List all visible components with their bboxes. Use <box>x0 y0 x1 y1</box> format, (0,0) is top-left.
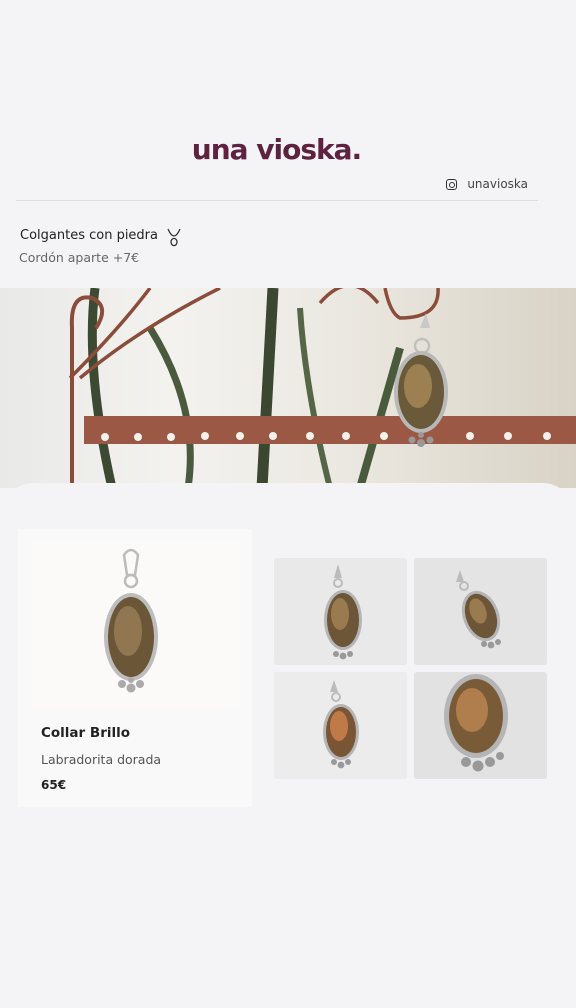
instagram-handle: unavioska <box>467 177 528 191</box>
product-main-image[interactable] <box>32 541 239 709</box>
necklace-icon <box>167 228 181 247</box>
product-thumbnail-3[interactable] <box>274 672 407 779</box>
product-description: Labradorita dorada <box>41 752 162 767</box>
product-thumbnail-1[interactable] <box>274 558 407 665</box>
instagram-icon <box>446 178 458 190</box>
brand-logo[interactable]: una vioska. <box>0 133 553 166</box>
product-thumbnail-2[interactable] <box>414 558 547 665</box>
header-divider <box>16 200 538 201</box>
product-card[interactable]: Collar Brillo Labradorita dorada 65€ <box>18 529 252 807</box>
product-thumbnail-4[interactable] <box>414 672 547 779</box>
product-price: 65€ <box>41 778 67 792</box>
product-name[interactable]: Collar Brillo <box>41 725 130 741</box>
hero-banner-image <box>0 288 576 488</box>
category-title: Colgantes con piedra <box>20 228 158 243</box>
category-subtitle: Cordón aparte +7€ <box>19 250 140 265</box>
instagram-link[interactable]: unavioska <box>446 177 528 191</box>
